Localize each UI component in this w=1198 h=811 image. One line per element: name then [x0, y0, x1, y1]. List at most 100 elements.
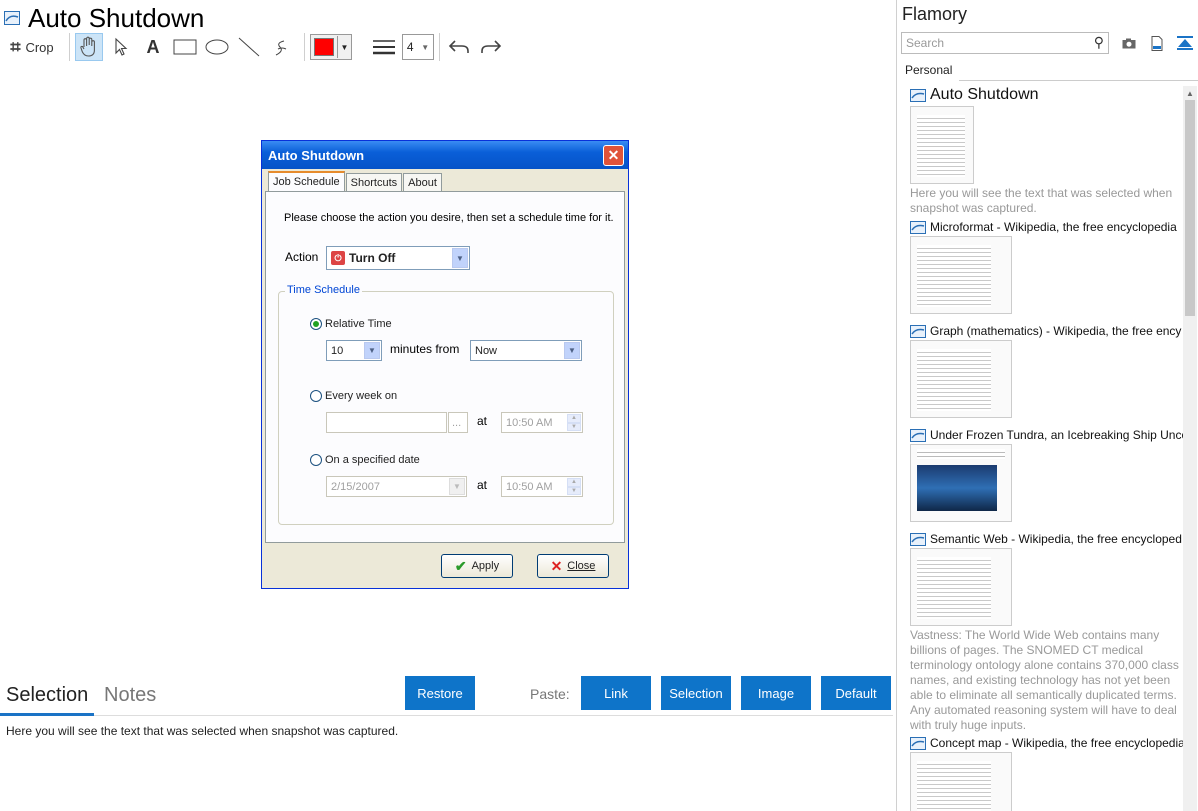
thumbnail — [910, 340, 1012, 418]
ellipse-icon — [205, 39, 229, 55]
list-item[interactable]: Auto Shutdown Here you will see the text… — [910, 86, 1180, 216]
minutes-select: 10 ▼ — [326, 340, 382, 361]
hand-tool-button[interactable] — [75, 33, 103, 61]
tab-panel: Please choose the action you desire, the… — [265, 191, 625, 543]
list-item[interactable]: Under Frozen Tundra, an Icebreaking Ship… — [910, 428, 1183, 522]
group-label: Time Schedule — [285, 284, 362, 296]
line-icon — [238, 37, 260, 57]
collapse-top-icon[interactable] — [1175, 33, 1195, 53]
apply-label: Apply — [471, 560, 500, 572]
scrollbar-thumb[interactable] — [1185, 100, 1195, 316]
freehand-icon — [275, 40, 287, 56]
flamory-sidebar: Flamory Search ⚲ Personal Auto Shutdown … — [896, 0, 1198, 811]
chevron-down-icon: ▼ — [449, 478, 465, 495]
chevron-down-icon: ▼ — [337, 36, 351, 58]
select-tool-button[interactable] — [107, 33, 135, 61]
crop-button[interactable]: ⌗ Crop — [4, 33, 60, 61]
item-title: Semantic Web - Wikipedia, the free encyc… — [930, 532, 1182, 546]
radio-unchecked-icon — [310, 390, 322, 402]
tab-divider — [959, 80, 1198, 81]
undo-button[interactable] — [445, 33, 473, 61]
radio-checked-icon — [310, 318, 322, 330]
minutes-value: 10 — [331, 344, 344, 357]
dialog-title: Auto Shutdown — [268, 147, 365, 163]
snapshot-icon — [910, 88, 926, 102]
arrow-cursor-icon — [115, 37, 128, 56]
list-item[interactable]: Microformat - Wikipedia, the free encycl… — [910, 220, 1177, 314]
radio-specified-date: On a specified date — [310, 454, 420, 466]
thumbnail — [910, 106, 974, 184]
minutes-from-label: minutes from — [390, 342, 460, 356]
radio-label: Every week on — [325, 390, 398, 402]
item-title: Microformat - Wikipedia, the free encycl… — [930, 220, 1177, 234]
ellipse-tool-button[interactable] — [203, 33, 231, 61]
text-tool-icon: A — [146, 36, 160, 57]
radio-label: Relative Time — [325, 318, 392, 330]
text-tool-button[interactable]: A — [139, 33, 167, 61]
rectangle-tool-button[interactable] — [171, 33, 199, 61]
color-swatch — [314, 38, 334, 56]
power-icon: ⏻ — [331, 251, 345, 265]
chevron-down-icon: ▼ — [364, 342, 380, 359]
tab-job-schedule: Job Schedule — [268, 171, 345, 191]
list-item[interactable]: Graph (mathematics) - Wikipedia, the fre… — [910, 324, 1181, 418]
line-width-select[interactable]: 4 ▼ — [402, 34, 434, 60]
from-select: Now ▼ — [470, 340, 582, 361]
freehand-tool-button[interactable] — [267, 33, 295, 61]
window-title: Auto Shutdown — [4, 2, 204, 34]
document-icon[interactable] — [1147, 33, 1167, 53]
chevron-down-icon: ▼ — [421, 42, 430, 52]
close-icon: ✕ — [603, 145, 624, 166]
sidebar-scrollbar[interactable]: ▲ — [1183, 86, 1197, 811]
crop-label: Crop — [25, 39, 54, 55]
radio-relative-time: Relative Time — [310, 318, 392, 330]
snapshot-list: Auto Shutdown Here you will see the text… — [897, 86, 1183, 811]
search-input[interactable]: Search ⚲ — [901, 32, 1109, 54]
paste-link-button[interactable]: Link — [581, 676, 651, 710]
snapshot-icon — [910, 736, 926, 750]
thumbnail — [910, 236, 1012, 314]
tab-personal[interactable]: Personal — [901, 60, 956, 82]
hand-icon — [80, 36, 95, 57]
annotation-toolbar: ⌗ Crop A ▼ 4 ▼ — [4, 32, 884, 62]
paste-default-button[interactable]: Default — [821, 676, 891, 710]
search-icon[interactable]: ⚲ — [1094, 34, 1104, 51]
close-label: Close — [567, 560, 596, 572]
thumbnail — [910, 752, 1012, 811]
redo-icon — [481, 40, 502, 53]
from-value: Now — [475, 344, 498, 357]
scroll-up-icon[interactable]: ▲ — [1183, 86, 1197, 100]
rectangle-icon — [173, 39, 197, 55]
time-value: 10:50 AM — [506, 480, 553, 493]
selection-text[interactable]: Here you will see the text that was sele… — [6, 724, 398, 738]
paste-image-button[interactable]: Image — [741, 676, 811, 710]
line-width-icon — [373, 40, 395, 55]
action-value: Turn Off — [349, 251, 396, 265]
color-picker[interactable]: ▼ — [310, 34, 352, 60]
toolbar-divider — [69, 33, 70, 61]
close-button: ✕ Close — [537, 554, 609, 578]
date-value: 2/15/2007 — [331, 480, 380, 493]
radio-every-week: Every week on — [310, 390, 397, 402]
paste-selection-button[interactable]: Selection — [661, 676, 731, 710]
camera-icon[interactable] — [1119, 33, 1139, 53]
list-item[interactable]: Concept map - Wikipedia, the free encycl… — [910, 736, 1183, 811]
list-item[interactable]: Semantic Web - Wikipedia, the free encyc… — [910, 532, 1182, 733]
restore-button[interactable]: Restore — [405, 676, 475, 710]
dialog-titlebar: Auto Shutdown ✕ — [262, 141, 628, 169]
undo-icon — [448, 40, 469, 53]
time-field-1: 10:50 AM ▲ ▼ — [501, 412, 583, 433]
redo-button[interactable] — [477, 33, 505, 61]
tab-selection[interactable]: Selection — [0, 684, 95, 716]
item-title: Concept map - Wikipedia, the free encycl… — [930, 736, 1183, 750]
radio-unchecked-icon — [310, 454, 322, 466]
weekday-field — [326, 412, 447, 433]
line-width-value: 4 — [406, 40, 414, 54]
spinner: ▲ ▼ — [567, 414, 581, 431]
line-tool-button[interactable] — [235, 33, 263, 61]
tab-shortcuts: Shortcuts — [345, 173, 403, 191]
tab-about: About — [403, 173, 442, 191]
line-width-button[interactable] — [370, 33, 398, 61]
tab-notes[interactable]: Notes — [104, 684, 156, 707]
snapshot-canvas[interactable]: Auto Shutdown ✕ Job Schedule Shortcuts A… — [0, 64, 893, 679]
